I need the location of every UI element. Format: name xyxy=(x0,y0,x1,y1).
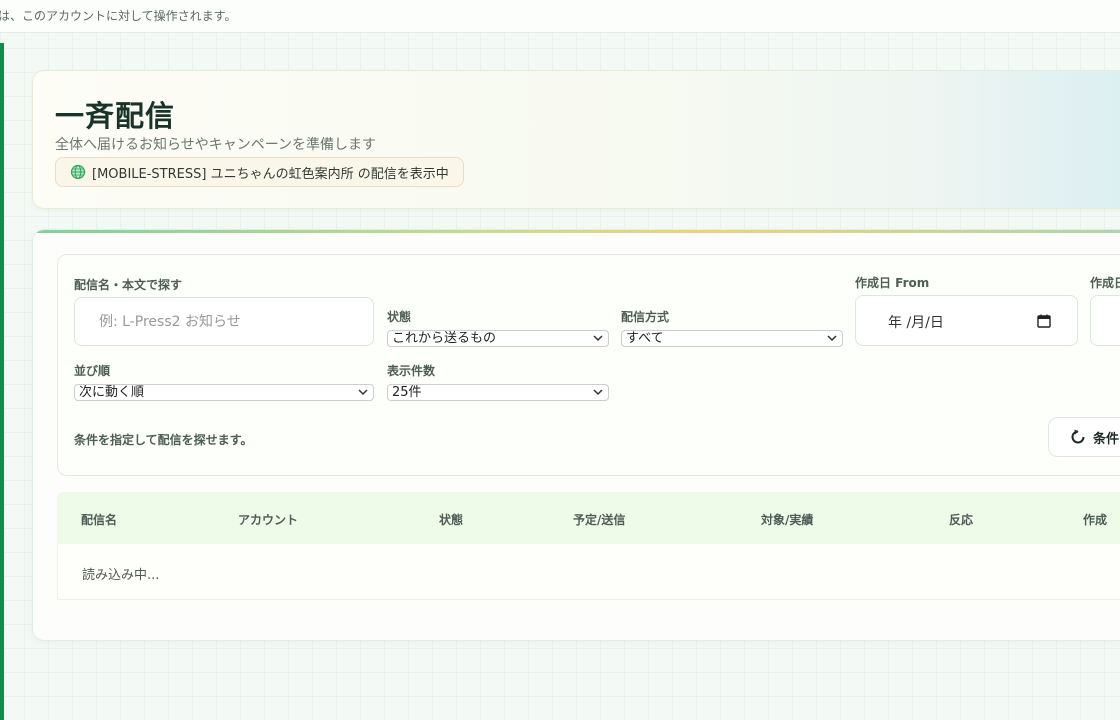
chevron-down-icon xyxy=(827,335,837,342)
globe-icon xyxy=(70,164,86,180)
reset-filters-button[interactable]: 条件 xyxy=(1048,417,1120,457)
page-header: 一斉配信 全体へ届けるお知らせやキャンペーンを準備します [MOBILE-STR… xyxy=(32,70,1120,209)
status-select[interactable]: これから送るもの xyxy=(387,330,609,347)
count-label: 表示件数 xyxy=(387,364,436,378)
status-select-value: これから送るもの xyxy=(392,331,497,346)
column-header-target[interactable]: 対象/実績 xyxy=(761,511,813,528)
sort-label: 並び順 xyxy=(74,364,111,378)
table-body: 読み込み中... xyxy=(57,544,1120,600)
column-header-created[interactable]: 作成 xyxy=(1083,511,1107,528)
chevron-down-icon xyxy=(593,335,603,342)
column-header-status[interactable]: 状態 xyxy=(439,511,463,528)
card-accent-line xyxy=(33,230,1120,233)
chevron-down-icon xyxy=(358,389,368,396)
table-header: 配信名 アカウント 状態 予定/送信 対象/実績 反応 作成 xyxy=(57,492,1120,544)
column-header-reaction[interactable]: 反応 xyxy=(949,511,973,528)
column-header-name[interactable]: 配信名 xyxy=(81,511,117,528)
column-header-schedule[interactable]: 予定/送信 xyxy=(573,511,625,528)
sort-select-value: 次に動く順 xyxy=(79,385,145,400)
context-chip-label: [MOBILE-STRESS] ユニちゃんの虹色案内所 の配信を表示中 xyxy=(92,166,449,182)
method-select[interactable]: すべて xyxy=(621,330,843,347)
refresh-icon xyxy=(1071,429,1085,444)
loading-message: 読み込み中... xyxy=(82,568,160,583)
page-title: 一斉配信 xyxy=(55,99,176,133)
chevron-down-icon xyxy=(593,389,603,396)
date-to-input[interactable] xyxy=(1090,295,1120,346)
broadcast-list-card: 配信名・本文で探す 状態 これから送るもの 配信方式 すべて 作成日 From … xyxy=(32,229,1120,641)
filter-hint: 条件を指定して配信を探せます。 xyxy=(74,433,253,447)
count-select-value: 25件 xyxy=(392,385,422,400)
status-label: 状態 xyxy=(387,310,412,324)
date-from-value: 年 /月/日 xyxy=(888,315,944,331)
account-notice: は、このアカウントに対して操作されます。 xyxy=(0,9,237,23)
page-subtitle: 全体へ届けるお知らせやキャンペーンを準備します xyxy=(55,137,377,153)
sidebar-edge xyxy=(0,43,4,720)
calendar-icon[interactable] xyxy=(1037,314,1051,328)
search-label: 配信名・本文で探す xyxy=(74,278,183,292)
sort-select[interactable]: 次に動く順 xyxy=(74,384,374,401)
search-input[interactable] xyxy=(74,297,374,346)
date-to-label: 作成日 xyxy=(1090,276,1120,290)
count-select[interactable]: 25件 xyxy=(387,384,609,401)
method-label: 配信方式 xyxy=(621,310,670,324)
reset-filters-label: 条件 xyxy=(1093,431,1120,447)
date-from-input[interactable]: 年 /月/日 xyxy=(855,295,1078,346)
date-from-label: 作成日 From xyxy=(855,276,930,290)
filter-panel: 配信名・本文で探す 状態 これから送るもの 配信方式 すべて 作成日 From … xyxy=(57,254,1120,476)
top-notice-bar: は、このアカウントに対して操作されます。 xyxy=(0,0,1120,33)
account-context-chip: [MOBILE-STRESS] ユニちゃんの虹色案内所 の配信を表示中 xyxy=(55,157,464,187)
method-select-value: すべて xyxy=(626,331,664,346)
column-header-account[interactable]: アカウント xyxy=(238,511,298,528)
